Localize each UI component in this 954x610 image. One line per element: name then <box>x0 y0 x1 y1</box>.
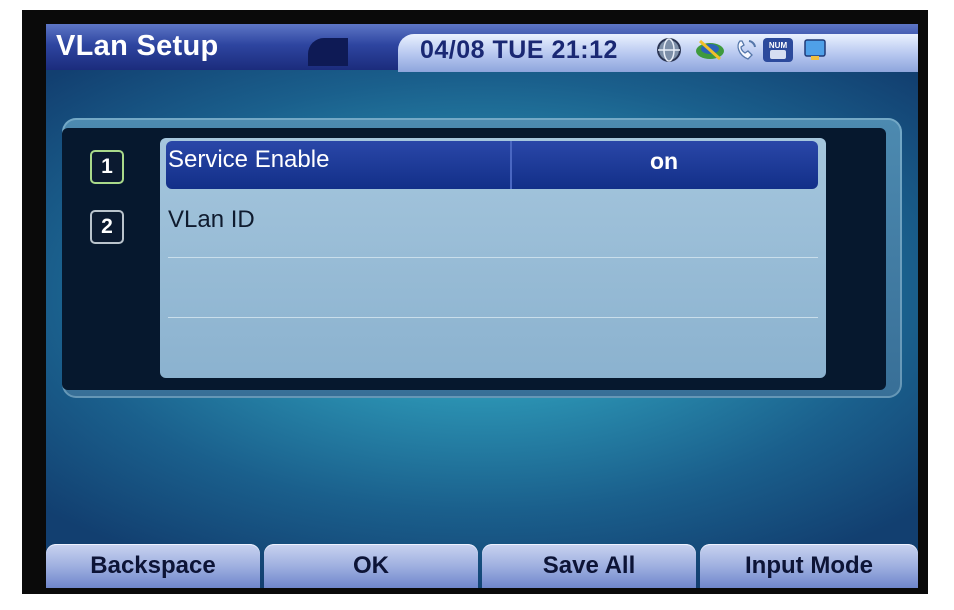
title-area: VLan Setup <box>46 24 376 70</box>
item-number-2[interactable]: 2 <box>90 210 124 244</box>
phone-screen: VLan Setup 04/08 TUE 21:12 NUM 1 2 Servi… <box>46 24 918 588</box>
network-icon <box>696 39 724 61</box>
list-item-vlan-id[interactable]: VLan ID <box>160 198 826 258</box>
num-lock-icon: NUM <box>763 38 793 62</box>
title-notch <box>308 38 348 66</box>
list-item-empty <box>160 318 826 378</box>
monitor-icon <box>804 39 826 60</box>
item-label: Service Enable <box>168 146 330 173</box>
item-value[interactable]: on <box>512 148 816 175</box>
list-item-empty <box>160 258 826 318</box>
settings-list: Service Enable on VLan ID <box>160 138 826 378</box>
softkey-input-mode[interactable]: Input Mode <box>700 544 918 588</box>
phone-icon <box>737 40 756 60</box>
header-bar: VLan Setup 04/08 TUE 21:12 NUM <box>46 24 918 72</box>
list-item-service-enable[interactable]: Service Enable on <box>160 138 826 198</box>
num-lock-label: NUM <box>769 41 788 50</box>
datetime: 04/08 TUE 21:12 <box>420 36 618 64</box>
softkey-bar: Backspace OK Save All Input Mode <box>46 544 918 588</box>
softkey-ok[interactable]: OK <box>264 544 478 588</box>
item-number-1[interactable]: 1 <box>90 150 124 184</box>
softkey-backspace[interactable]: Backspace <box>46 544 260 588</box>
status-bar: 04/08 TUE 21:12 NUM <box>398 34 918 72</box>
page-title: VLan Setup <box>56 30 219 62</box>
item-label: VLan ID <box>168 206 255 233</box>
globe-icon <box>657 38 681 62</box>
softkey-save-all[interactable]: Save All <box>482 544 696 588</box>
